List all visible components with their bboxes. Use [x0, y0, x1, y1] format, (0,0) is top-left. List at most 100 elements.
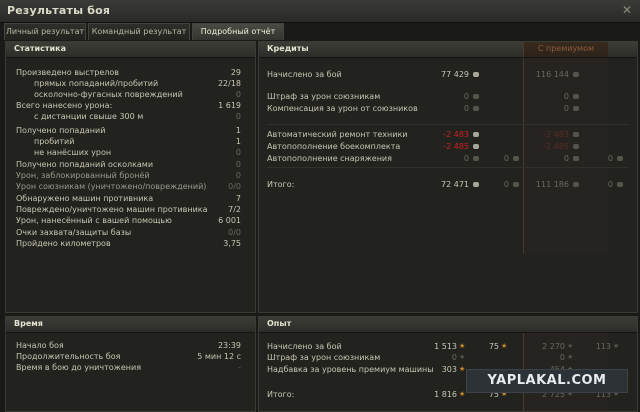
credit-coin-icon	[473, 94, 479, 99]
stat-row: Урон союзникам (уничтожено/повреждений) 0…	[6, 181, 255, 192]
stat-label: Всего нанесено урона:	[16, 101, 113, 110]
credits-row: Автопополнение боекомплекта -2 485 -2 485	[259, 141, 637, 152]
credit-coin-icon	[473, 72, 479, 77]
xp-row: Начислено за бой 1 513 ★ 75 ★ 2 270 ★ 113 ★	[259, 341, 637, 352]
tab-team-result[interactable]: Командный результат	[88, 23, 190, 40]
window-titlebar: Результаты боя ✕	[0, 0, 640, 23]
credits-base-value: 0	[463, 104, 469, 113]
stat-row: пробитий 1	[6, 136, 255, 147]
credits-premium-value: 116 144	[535, 70, 569, 79]
stat-label: Произведено выстрелов	[16, 68, 120, 77]
credit-coin-icon	[573, 144, 579, 149]
time-panel: Время Начало боя 23:39 Продолжительность б…	[5, 316, 256, 412]
stat-row: Повреждено/уничтожено машин противника 7/…	[6, 204, 255, 215]
free-xp-star-icon: ★	[501, 342, 508, 350]
stat-row: не нанёсших урон 0	[6, 147, 255, 158]
gold-icon	[513, 182, 519, 187]
experience-panel: Опыт Начислено за бой 1 513 ★ 75 ★ 2 270 ★ 113 ★…	[258, 316, 638, 412]
credits-row: Штраф за урон союзникам 0 0	[259, 91, 637, 102]
stat-value: 22/18	[217, 79, 241, 88]
premium-column-header: С премиумом	[523, 42, 608, 57]
time-label: Начало боя	[16, 341, 64, 350]
credits-row: Автопополнение снаряжения 0 0 0 0	[259, 153, 637, 164]
stat-value: 0/0	[228, 182, 241, 191]
credits-base-value: 0	[463, 92, 469, 101]
credit-coin-icon	[473, 106, 479, 111]
close-icon[interactable]: ✕	[620, 3, 634, 17]
time-value: 5 мин 12 с	[197, 352, 241, 361]
xp-label: Начислено за бой	[267, 342, 342, 351]
credits-base-value: -2 485	[443, 142, 469, 151]
xp-star-icon: ★	[567, 353, 574, 361]
time-label: Продолжительность боя	[16, 352, 121, 361]
credits-label: Компенсация за урон от союзников	[267, 104, 418, 113]
xp-base-value: 303	[441, 365, 457, 374]
stat-row: осколочно-фугасных повреждений 0	[6, 89, 255, 100]
xp-free-value: 75	[488, 342, 499, 351]
xp-base-value: 1 513	[434, 342, 457, 351]
statistics-title: Статистика	[14, 44, 66, 53]
stat-label: Пройдено километров	[16, 239, 111, 248]
credits-premium-gold: 0	[607, 154, 613, 163]
window-title: Результаты боя	[7, 4, 111, 17]
credits-premium-value: -2 483	[543, 130, 569, 139]
xp-star-icon: ★	[459, 390, 466, 398]
stat-value: 1 619	[218, 101, 241, 110]
credits-base-value: -2 483	[443, 130, 469, 139]
stat-label: Урон, заблокированный бронёй	[16, 171, 150, 180]
time-value: -	[238, 363, 241, 372]
credits-base-gold: 0	[503, 154, 509, 163]
stat-value: 0	[235, 148, 241, 157]
watermark-text: YAPLAKAL.COM	[487, 373, 607, 388]
credits-row: Компенсация за урон от союзников 0 0	[259, 103, 637, 114]
stat-label: Получено попаданий осколками	[16, 160, 154, 169]
credits-label: Начислено за бой	[267, 70, 342, 79]
stat-value: 0	[235, 112, 241, 121]
tab-personal-result[interactable]: Личный результат	[4, 23, 86, 40]
stat-row: Получено попаданий осколками 0	[6, 159, 255, 170]
stat-label: Повреждено/уничтожено машин противника	[16, 205, 208, 214]
stat-row: Урон, нанесённый с вашей помощью 6 001	[6, 215, 255, 226]
xp-base-value: 0	[451, 353, 457, 362]
credits-premium-value: 111 186	[535, 180, 569, 189]
stat-label: Очки захвата/защиты базы	[16, 228, 132, 237]
stat-label: Получено попаданий	[16, 126, 106, 135]
xp-star-icon: ★	[459, 365, 466, 373]
tab-detailed-report[interactable]: Подробный отчёт	[192, 23, 284, 40]
stat-row: Всего нанесено урона: 1 619	[6, 100, 255, 111]
stat-value: 1	[235, 137, 241, 146]
credits-premium-value: 0	[563, 92, 569, 101]
stat-row: с дистанции свыше 300 м 0	[6, 111, 255, 122]
credits-label: Штраф за урон союзникам	[267, 92, 381, 101]
stat-label: осколочно-фугасных повреждений	[34, 90, 183, 99]
gold-icon	[617, 182, 623, 187]
divider	[267, 124, 629, 125]
time-row: Продолжительность боя 5 мин 12 с	[6, 351, 255, 362]
stat-row: прямых попаданий/пробитий 22/18	[6, 78, 255, 89]
experience-title: Опыт	[267, 319, 292, 328]
credit-coin-icon	[573, 94, 579, 99]
stat-row: Урон, заблокированный бронёй 0	[6, 170, 255, 181]
credits-premium-value: -2 485	[543, 142, 569, 151]
credit-coin-icon	[573, 182, 579, 187]
credits-label: Автоматический ремонт техники	[267, 130, 408, 139]
credits-label: Автопополнение снаряжения	[267, 154, 392, 163]
credits-label: Автопополнение боекомплекта	[267, 142, 401, 151]
statistics-header: Статистика	[6, 42, 255, 58]
stat-row: Получено попаданий 1	[6, 125, 255, 136]
credit-coin-icon	[473, 156, 479, 161]
stat-value: 7/2	[228, 205, 241, 214]
stat-value: 0	[235, 90, 241, 99]
divider	[267, 167, 629, 168]
xp-row: Штраф за урон союзникам 0 ★ 0 ★	[259, 352, 637, 363]
watermark: YAPLAKAL.COM	[466, 369, 628, 393]
stat-row: Произведено выстрелов 29	[6, 67, 255, 78]
stat-label: Урон союзникам (уничтожено/повреждений)	[16, 182, 207, 191]
xp-base-value: 1 816	[434, 390, 457, 399]
credits-header: Кредиты С премиумом	[259, 42, 637, 58]
credit-coin-icon	[473, 182, 479, 187]
gold-icon	[617, 156, 623, 161]
xp-label: Надбавка за уровень премиум машины	[267, 365, 434, 374]
credits-premium-gold: 0	[607, 180, 613, 189]
xp-premium-value: 0	[559, 353, 565, 362]
